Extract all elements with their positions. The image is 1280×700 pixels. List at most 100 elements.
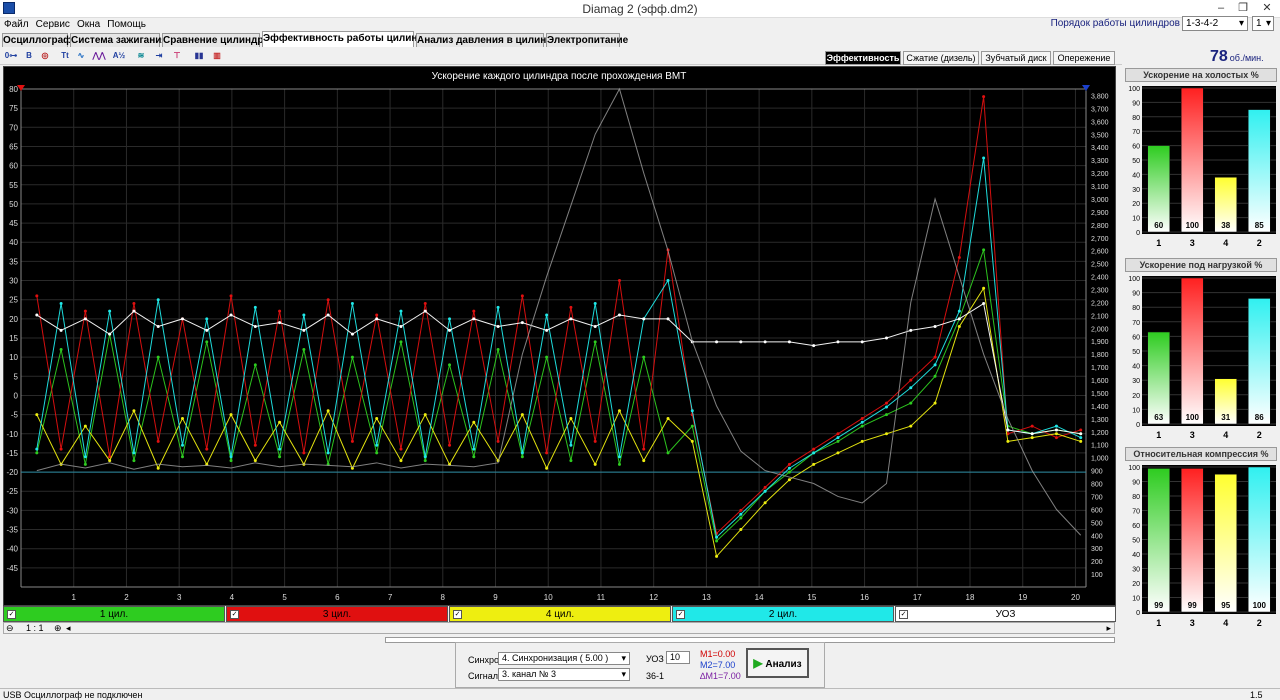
cylinder-order-spin[interactable]: 1 ▾ bbox=[1252, 16, 1274, 31]
channel-toggle-3[interactable]: ✓ 4 цил. bbox=[449, 606, 671, 622]
menu-file[interactable]: Файл bbox=[4, 19, 29, 30]
y2-tick-label: 400 bbox=[1091, 533, 1103, 540]
subtab-advance[interactable]: Опережение bbox=[1053, 51, 1115, 65]
data-point bbox=[617, 313, 621, 317]
menu-windows[interactable]: Окна bbox=[77, 19, 100, 30]
rpm-value: 78 bbox=[1210, 48, 1228, 65]
sync-select[interactable]: 4. Синхронизация ( 5.00 ) ▾ bbox=[498, 652, 630, 665]
data-point bbox=[1030, 432, 1034, 436]
zoom-out-icon[interactable]: ⊖ bbox=[6, 623, 14, 634]
bar bbox=[1181, 87, 1204, 233]
data-point bbox=[715, 340, 719, 344]
title-bar: Diamag 2 (эфф.dm2) – ❐ ✕ bbox=[0, 0, 1280, 18]
data-point bbox=[642, 447, 646, 451]
data-point bbox=[885, 401, 889, 405]
tab-ignition[interactable]: Система зажигания bbox=[70, 33, 167, 47]
data-point bbox=[253, 443, 257, 447]
bar-y-tick: 10 bbox=[1132, 407, 1140, 414]
data-point bbox=[909, 424, 913, 428]
data-point bbox=[593, 340, 597, 344]
bar-y-tick: 40 bbox=[1132, 172, 1140, 179]
x-tick-label: 16 bbox=[860, 593, 869, 602]
subtab-compression[interactable]: Сжатие (дизель) bbox=[903, 51, 979, 65]
close-icon[interactable]: ✕ bbox=[1256, 0, 1278, 16]
chart-icon[interactable]: ▥ bbox=[210, 50, 224, 62]
data-point bbox=[617, 409, 621, 413]
text-icon[interactable]: Tt bbox=[58, 50, 72, 62]
channel-toggle-4[interactable]: ✓ 2 цил. bbox=[672, 606, 894, 622]
tab-cylinder-efficiency[interactable]: Эффективность работы цилиндров bbox=[262, 31, 442, 47]
data-point bbox=[787, 340, 791, 344]
y-tick-label: 50 bbox=[9, 200, 18, 209]
tab-cylinder-compare[interactable]: Сравнение цилиндров bbox=[162, 33, 276, 47]
data-point bbox=[739, 340, 743, 344]
data-point bbox=[156, 355, 160, 359]
uoz-stepper[interactable]: 10 bbox=[666, 651, 690, 664]
data-point bbox=[812, 462, 816, 466]
checkbox-icon[interactable]: ✓ bbox=[899, 610, 908, 619]
compression-chart: 0 10 20 30 40 50 60 70 80 90 100 99 1 99 3 95 4 100 2 bbox=[1128, 465, 1276, 628]
channel-label: УОЗ bbox=[995, 609, 1016, 620]
subtab-efficiency[interactable]: Эффективность bbox=[825, 51, 901, 65]
minimize-icon[interactable]: – bbox=[1210, 0, 1232, 16]
zoom-icon[interactable]: ◎ bbox=[38, 50, 52, 62]
restore-icon[interactable]: ❐ bbox=[1232, 0, 1254, 16]
data-point bbox=[83, 455, 87, 459]
analyze-button[interactable]: ▶ Анализ bbox=[746, 648, 809, 678]
scroll-right-icon[interactable]: ▸ bbox=[1106, 623, 1111, 634]
bar bbox=[1147, 145, 1170, 233]
layers-icon[interactable]: ≋ bbox=[134, 50, 148, 62]
data-point bbox=[933, 363, 937, 367]
checkbox-icon[interactable]: ✓ bbox=[7, 610, 16, 619]
bar-value-label: 31 bbox=[1221, 413, 1230, 422]
cylinder-order-select[interactable]: 1-3-4-2 ▾ bbox=[1182, 16, 1248, 31]
channel-toggle-5[interactable]: ✓ УОЗ bbox=[895, 606, 1116, 622]
data-point bbox=[278, 455, 282, 459]
data-point bbox=[472, 309, 476, 313]
data-point bbox=[1054, 424, 1058, 428]
data-point bbox=[787, 478, 791, 482]
data-point bbox=[666, 279, 670, 283]
channel-toggle-1[interactable]: ✓ 1 цил. bbox=[3, 606, 225, 622]
peaks-icon[interactable]: ⋀⋀ bbox=[92, 50, 106, 62]
tab-oscilloscope[interactable]: Осциллограф bbox=[2, 33, 72, 47]
bar-y-tick: 50 bbox=[1132, 158, 1140, 165]
data-point bbox=[666, 317, 670, 321]
data-point bbox=[1030, 436, 1034, 440]
chevron-down-icon: ▾ bbox=[621, 669, 626, 679]
data-point bbox=[278, 321, 282, 325]
arrows-icon[interactable]: ⇥ bbox=[152, 50, 166, 62]
data-point bbox=[933, 355, 937, 359]
zoom-in-icon[interactable]: ⊕ bbox=[54, 623, 62, 634]
tab-pressure-analysis[interactable]: Анализ давления в цилиндре bbox=[416, 33, 564, 47]
algorithm-icon[interactable]: A½ bbox=[112, 50, 126, 62]
bar-value-label: 63 bbox=[1154, 413, 1163, 422]
menu-help[interactable]: Помощь bbox=[107, 19, 146, 30]
data-point bbox=[520, 294, 524, 298]
bold-icon[interactable]: B bbox=[22, 50, 36, 62]
checkbox-icon[interactable]: ✓ bbox=[453, 610, 462, 619]
data-point bbox=[399, 447, 403, 451]
data-point bbox=[545, 466, 549, 470]
tab-power[interactable]: Электропитание bbox=[546, 33, 628, 47]
data-point bbox=[569, 443, 573, 447]
menu-service[interactable]: Сервис bbox=[36, 19, 70, 30]
plot-scrollbar[interactable]: ⊖ 1 : 1 ⊕ ◂ ▸ bbox=[3, 622, 1115, 634]
checkbox-icon[interactable]: ✓ bbox=[230, 610, 239, 619]
data-point bbox=[108, 332, 112, 336]
channel-toggle-2[interactable]: ✓ 3 цил. bbox=[226, 606, 448, 622]
data-point bbox=[375, 313, 379, 317]
scale-icon[interactable]: 0⊶ bbox=[4, 50, 18, 62]
checkbox-icon[interactable]: ✓ bbox=[676, 610, 685, 619]
acceleration-plot[interactable]: Ускорение каждого цилиндра после прохожд… bbox=[3, 66, 1116, 606]
marker-icon[interactable]: ⊤ bbox=[170, 50, 184, 62]
subtab-tooth-disk[interactable]: Зубчатый диск bbox=[981, 51, 1051, 65]
bars-icon[interactable]: ▮▮ bbox=[192, 50, 206, 62]
wave-icon[interactable]: ∿ bbox=[74, 50, 88, 62]
y-tick-label: -35 bbox=[6, 526, 18, 535]
data-point bbox=[229, 313, 233, 317]
signal-select[interactable]: 3. канал № 3 ▾ bbox=[498, 668, 630, 681]
data-point bbox=[156, 325, 160, 329]
y2-tick-label: 3,600 bbox=[1091, 119, 1109, 126]
scroll-left-icon[interactable]: ◂ bbox=[66, 623, 71, 634]
